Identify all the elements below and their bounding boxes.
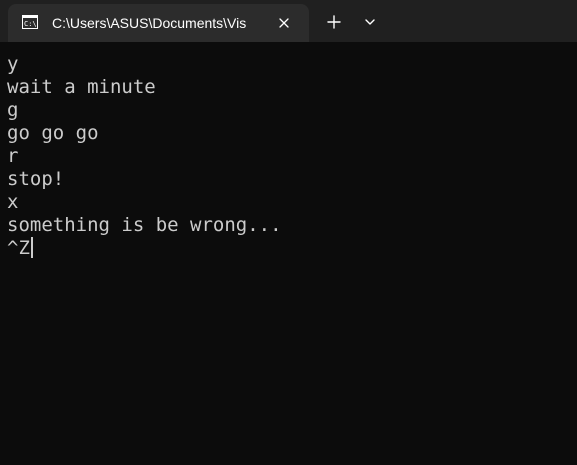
- tab-bar: C:\ C:\Users\ASUS\Documents\Vis: [0, 0, 577, 42]
- output-line: wait a minute: [7, 76, 156, 98]
- new-tab-button[interactable]: [320, 8, 348, 36]
- chevron-down-icon: [365, 19, 375, 25]
- terminal-output[interactable]: y wait a minute g go go go r stop! x som…: [7, 53, 567, 260]
- terminal-icon: C:\: [22, 14, 38, 30]
- input-text: ^Z: [7, 237, 30, 259]
- tab-dropdown-button[interactable]: [356, 8, 384, 36]
- output-line: r: [7, 145, 19, 167]
- input-line[interactable]: ^Z: [7, 237, 567, 260]
- tab-active[interactable]: C:\ C:\Users\ASUS\Documents\Vis: [8, 4, 309, 42]
- output-line: go go go: [7, 122, 99, 144]
- text-cursor: [30, 237, 33, 258]
- svg-text:C:\: C:\: [24, 20, 37, 28]
- tab-title: C:\Users\ASUS\Documents\Vis: [52, 15, 247, 31]
- output-line: x: [7, 191, 19, 213]
- output-line: g: [7, 99, 19, 121]
- output-line: stop!: [7, 168, 65, 190]
- terminal-window: C:\ C:\Users\ASUS\Documents\Vis y wait a…: [0, 0, 577, 465]
- output-line: y: [7, 53, 19, 75]
- plus-icon: [327, 15, 341, 29]
- output-line: something is be wrong...: [7, 214, 282, 236]
- close-icon[interactable]: [274, 13, 294, 33]
